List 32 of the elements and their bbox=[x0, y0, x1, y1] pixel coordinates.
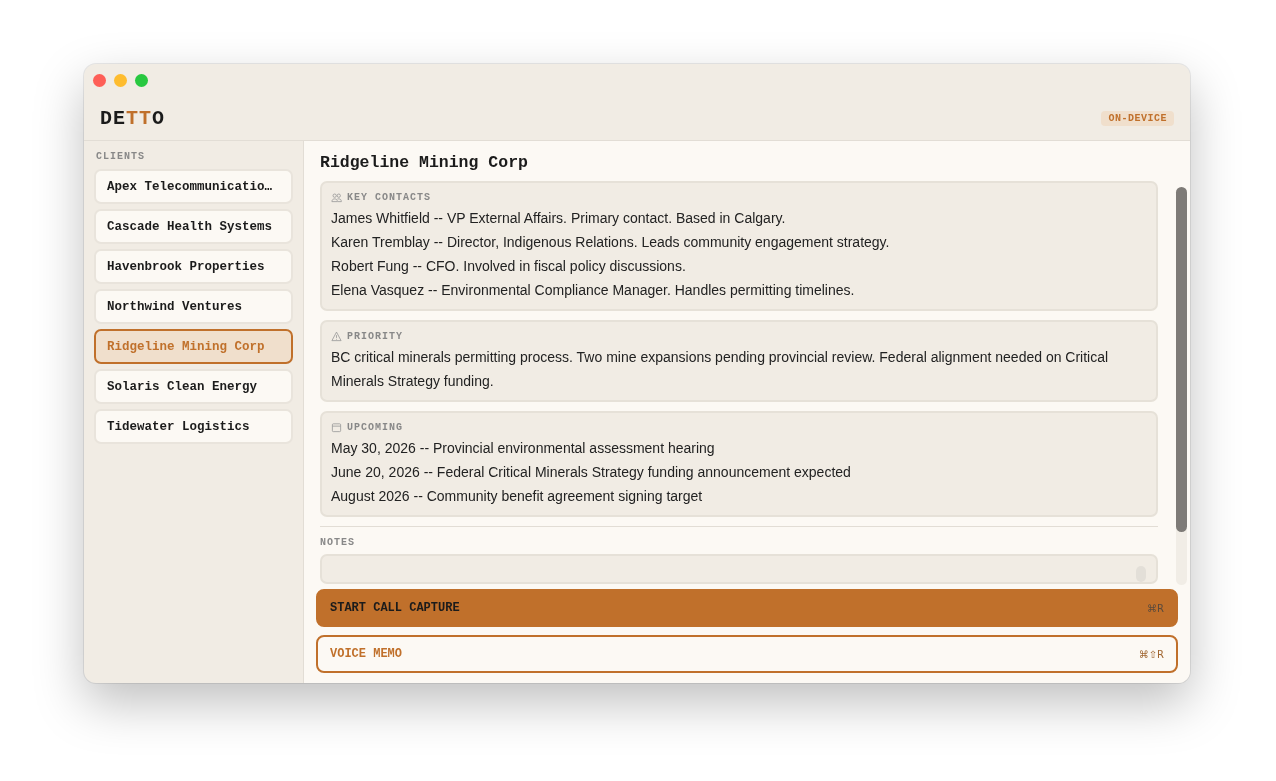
scrollbar-thumb[interactable] bbox=[1176, 187, 1187, 532]
client-item[interactable]: Havenbrook Properties bbox=[94, 249, 293, 284]
client-item[interactable]: Tidewater Logistics bbox=[94, 409, 293, 444]
client-title: Ridgeline Mining Corp bbox=[320, 153, 529, 172]
section-text: BC critical minerals permitting process. Two mine expansions pending provincial review. Federal alignment needed on Critical Minerals Strategy funding. bbox=[331, 348, 1110, 391]
voice-memo-button[interactable]: VOICE MEMO ⌘⇧R bbox=[316, 635, 1178, 673]
notes-field[interactable] bbox=[320, 554, 1158, 584]
logo: DETTO bbox=[100, 106, 166, 130]
section-heading: UPCOMING bbox=[347, 421, 403, 433]
close-button[interactable] bbox=[93, 73, 106, 87]
sidebar-heading: CLIENTS bbox=[95, 151, 146, 162]
start-call-capture-button[interactable]: START CALL CAPTURE ⌘R bbox=[316, 589, 1178, 627]
section-text: August 2026 -- Community benefit agreement signing target bbox=[331, 487, 704, 506]
section-heading: KEY CONTACTS bbox=[347, 191, 431, 203]
section-heading: PRIORITY bbox=[347, 330, 403, 342]
people-icon bbox=[331, 191, 342, 203]
client-item[interactable]: Cascade Health Systems bbox=[94, 209, 293, 244]
on-device-badge: ON-DEVICE bbox=[1101, 110, 1174, 126]
section-text: Elena Vasquez -- Environmental Compliance Manager. Handles permitting timelines. bbox=[331, 281, 856, 300]
section-text: Karen Tremblay -- Director, Indigenous Relations. Leads community engagement strategy. bbox=[331, 233, 891, 252]
calendar-icon bbox=[331, 421, 342, 433]
client-item[interactable]: Solaris Clean Energy bbox=[94, 369, 293, 404]
section-text: June 20, 2026 -- Federal Critical Minerals Strategy funding announcement expected bbox=[331, 463, 852, 482]
section-text: Robert Fung -- CFO. Involved in fiscal policy discussions. bbox=[331, 257, 687, 276]
section-text: James Whitfield -- VP External Affairs. Primary contact. Based in Calgary. bbox=[331, 209, 787, 228]
client-item[interactable]: Apex Telecommunicatio… bbox=[94, 169, 293, 204]
client-item[interactable]: Northwind Ventures bbox=[94, 289, 293, 324]
warning-icon bbox=[331, 330, 342, 342]
notes-label: NOTES bbox=[320, 537, 356, 548]
minimize-button[interactable] bbox=[114, 73, 127, 87]
zoom-button[interactable] bbox=[135, 73, 148, 87]
section-text: May 30, 2026 -- Provincial environmental assessment hearing bbox=[331, 439, 716, 458]
